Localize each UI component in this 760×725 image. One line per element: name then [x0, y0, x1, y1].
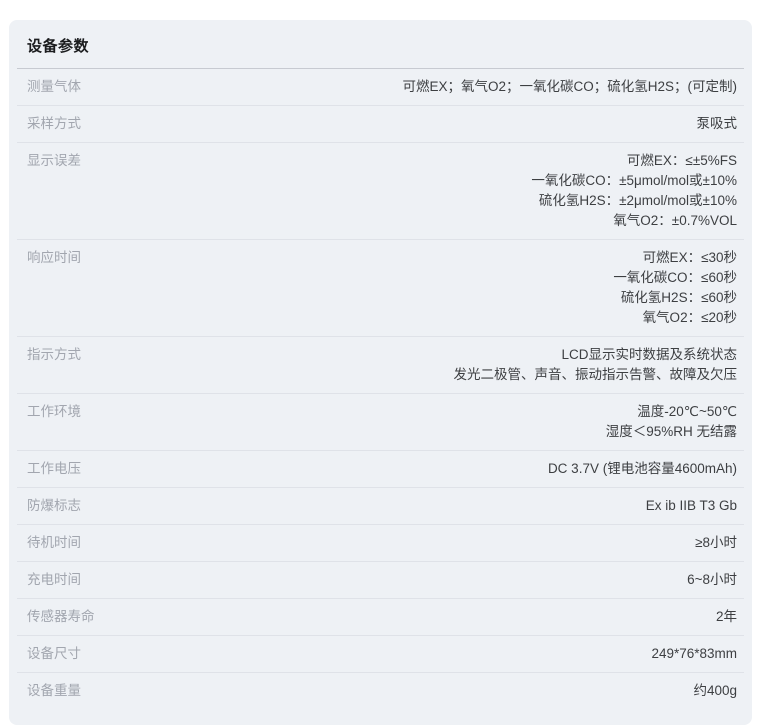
spec-row-explosion-proof-mark: 防爆标志 Ex ib IIB T3 Gb — [17, 488, 744, 525]
row-label: 指示方式 — [27, 345, 81, 365]
row-label: 显示误差 — [27, 151, 81, 171]
row-value: 泵吸式 — [101, 114, 737, 134]
row-label: 工作电压 — [27, 459, 81, 479]
spec-row-sampling-method: 采样方式 泵吸式 — [17, 106, 744, 143]
value-line: 硫化氢H2S：≤60秒 — [101, 288, 737, 308]
row-value: 可燃EX：≤±5%FS 一氧化碳CO：±5μmol/mol或±10% 硫化氢H2… — [101, 151, 737, 231]
row-value: 可燃EX：≤30秒 一氧化碳CO：≤60秒 硫化氢H2S：≤60秒 氧气O2：≤… — [101, 248, 737, 328]
spec-row-indication-mode: 指示方式 LCD显示实时数据及系统状态 发光二极管、声音、振动指示告警、故障及欠… — [17, 337, 744, 394]
value-line: 约400g — [101, 681, 737, 701]
value-line: 可燃EX：≤30秒 — [101, 248, 737, 268]
row-label: 设备重量 — [27, 681, 81, 701]
row-label: 响应时间 — [27, 248, 81, 268]
value-line: 6~8小时 — [101, 570, 737, 590]
row-value: LCD显示实时数据及系统状态 发光二极管、声音、振动指示告警、故障及欠压 — [101, 345, 737, 385]
spec-row-sensor-life: 传感器寿命 2年 — [17, 599, 744, 636]
spec-row-standby-time: 待机时间 ≥8小时 — [17, 525, 744, 562]
spec-row-charging-time: 充电时间 6~8小时 — [17, 562, 744, 599]
spec-row-working-voltage: 工作电压 DC 3.7V (锂电池容量4600mAh) — [17, 451, 744, 488]
value-line: DC 3.7V (锂电池容量4600mAh) — [101, 459, 737, 479]
value-line: LCD显示实时数据及系统状态 — [101, 345, 737, 365]
spec-row-display-error: 显示误差 可燃EX：≤±5%FS 一氧化碳CO：±5μmol/mol或±10% … — [17, 143, 744, 240]
row-label: 设备尺寸 — [27, 644, 81, 664]
spec-row-device-weight: 设备重量 约400g — [17, 673, 744, 709]
value-line: 氧气O2：≤20秒 — [101, 308, 737, 328]
value-line: 泵吸式 — [101, 114, 737, 134]
card-header: 设备参数 — [17, 20, 744, 69]
spec-row-response-time: 响应时间 可燃EX：≤30秒 一氧化碳CO：≤60秒 硫化氢H2S：≤60秒 氧… — [17, 240, 744, 337]
row-label: 充电时间 — [27, 570, 81, 590]
card-title: 设备参数 — [27, 38, 89, 55]
row-label: 测量气体 — [27, 77, 81, 97]
spec-row-working-environment: 工作环境 温度-20℃~50℃ 湿度＜95%RH 无结露 — [17, 394, 744, 451]
row-label: 传感器寿命 — [27, 607, 95, 627]
row-value: 约400g — [101, 681, 737, 701]
row-value: ≥8小时 — [101, 533, 737, 553]
row-value: 6~8小时 — [101, 570, 737, 590]
value-line: 温度-20℃~50℃ — [101, 402, 737, 422]
page: 设备参数 测量气体 可燃EX；氧气O2；一氧化碳CO；硫化氢H2S；(可定制) … — [0, 0, 760, 717]
row-value: 温度-20℃~50℃ 湿度＜95%RH 无结露 — [101, 402, 737, 442]
row-value: 可燃EX；氧气O2；一氧化碳CO；硫化氢H2S；(可定制) — [101, 77, 737, 97]
value-line: ≥8小时 — [101, 533, 737, 553]
row-label: 防爆标志 — [27, 496, 81, 516]
value-line: 249*76*83mm — [101, 644, 737, 664]
row-value: DC 3.7V (锂电池容量4600mAh) — [101, 459, 737, 479]
row-label: 待机时间 — [27, 533, 81, 553]
row-value: 2年 — [115, 607, 738, 627]
row-label: 工作环境 — [27, 402, 81, 422]
value-line: 发光二极管、声音、振动指示告警、故障及欠压 — [101, 365, 737, 385]
value-line: 可燃EX：≤±5%FS — [101, 151, 737, 171]
row-value: 249*76*83mm — [101, 644, 737, 664]
value-line: 可燃EX；氧气O2；一氧化碳CO；硫化氢H2S；(可定制) — [101, 77, 737, 97]
value-line: 氧气O2：±0.7%VOL — [101, 211, 737, 231]
value-line: Ex ib IIB T3 Gb — [101, 496, 737, 516]
row-label: 采样方式 — [27, 114, 81, 134]
value-line: 一氧化碳CO：≤60秒 — [101, 268, 737, 288]
value-line: 2年 — [115, 607, 738, 627]
spec-row-device-size: 设备尺寸 249*76*83mm — [17, 636, 744, 673]
spec-row-measured-gas: 测量气体 可燃EX；氧气O2；一氧化碳CO；硫化氢H2S；(可定制) — [17, 69, 744, 106]
value-line: 湿度＜95%RH 无结露 — [101, 422, 737, 442]
row-value: Ex ib IIB T3 Gb — [101, 496, 737, 516]
device-params-card: 设备参数 测量气体 可燃EX；氧气O2；一氧化碳CO；硫化氢H2S；(可定制) … — [9, 20, 752, 725]
value-line: 一氧化碳CO：±5μmol/mol或±10% — [101, 171, 737, 191]
value-line: 硫化氢H2S：±2μmol/mol或±10% — [101, 191, 737, 211]
